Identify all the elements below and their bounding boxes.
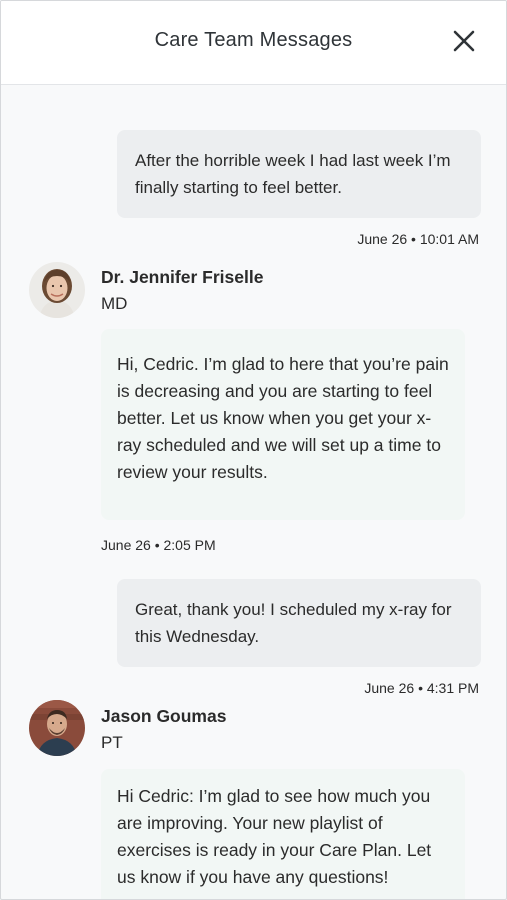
- page-title: Care Team Messages: [154, 29, 353, 51]
- sender-name: Dr. Jennifer Friselle: [101, 267, 264, 287]
- sent-message-bubble: Great, thank you! I scheduled my x-ray f…: [117, 579, 481, 667]
- messages-screen: Care Team Messages After the horrible we…: [0, 0, 507, 900]
- sender-role: PT: [101, 733, 123, 752]
- received-message-bubble: Hi Cedric: I’m glad to see how much you …: [101, 769, 465, 899]
- sender-name: Jason Goumas: [101, 706, 227, 726]
- avatar: [29, 262, 85, 318]
- close-button[interactable]: [450, 27, 478, 55]
- avatar: [29, 700, 85, 756]
- sent-message-bubble: After the horrible week I had last week …: [117, 130, 481, 218]
- doctor-avatar-photo: [29, 262, 85, 318]
- message-timestamp: June 26 • 2:05 PM: [101, 537, 216, 553]
- received-message-bubble: Hi, Cedric. I’m glad to here that you’re…: [101, 329, 465, 520]
- sender-role: MD: [101, 294, 128, 313]
- therapist-avatar-photo: [29, 700, 85, 756]
- message-timestamp: June 26 • 4:31 PM: [364, 680, 479, 696]
- message-timestamp: June 26 • 10:01 AM: [357, 231, 479, 247]
- close-icon: [453, 30, 475, 52]
- header-bar: Care Team Messages: [1, 1, 506, 85]
